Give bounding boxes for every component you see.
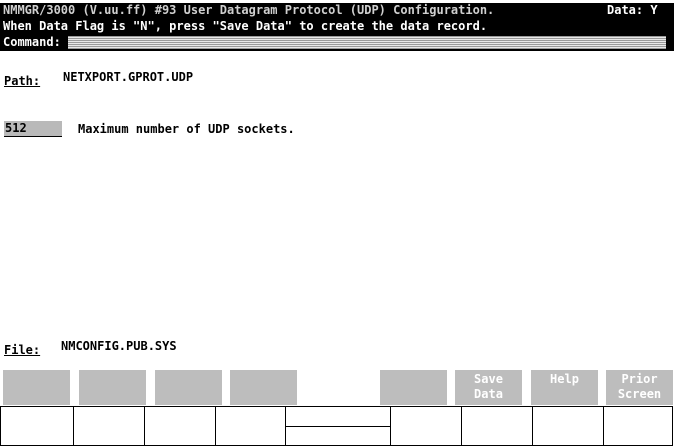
path-row: Path: NETXPORT.GPROT.UDP: [4, 70, 193, 89]
path-value: NETXPORT.GPROT.UDP: [63, 70, 194, 84]
f1-key-line2: [3, 387, 70, 402]
bottom-key-grid: [0, 406, 673, 446]
grid-divider: [461, 407, 462, 446]
prior-screen-key-line2: Screen: [617, 387, 662, 401]
prior-screen-key[interactable]: Prior Screen: [606, 370, 673, 405]
f3-key-line2: [155, 387, 222, 402]
title-bar: NMMGR/3000 (V.uu.ff) #93 User Datagram P…: [0, 3, 674, 18]
f4-key-line1: [230, 372, 297, 387]
help-key-line1: Help: [550, 372, 579, 386]
data-flag: Data: Y: [607, 3, 658, 17]
command-bar: Command:: [0, 34, 674, 51]
f3-key[interactable]: [155, 370, 222, 405]
f3-key-line1: [155, 372, 222, 387]
path-label: Path:: [4, 74, 41, 88]
status-message: When Data Flag is "N", press "Save Data"…: [3, 19, 488, 33]
screen-title: NMMGR/3000 (V.uu.ff) #93 User Datagram P…: [3, 3, 495, 17]
file-row: File: NMCONFIG.PUB.SYS: [4, 339, 177, 358]
command-input[interactable]: [68, 36, 666, 49]
max-udp-sockets-value: 512: [5, 121, 34, 135]
file-value: NMCONFIG.PUB.SYS: [61, 339, 177, 353]
f2-key[interactable]: [79, 370, 146, 405]
max-udp-sockets-label: Maximum number of UDP sockets.: [78, 122, 295, 136]
save-data-key-line1: Save: [474, 372, 503, 386]
f5-key-line1: [380, 372, 447, 387]
command-label: Command:: [3, 35, 61, 49]
function-key-bar: Save Data Help Prior Screen: [0, 370, 674, 406]
grid-divider: [144, 407, 145, 446]
f1-key[interactable]: [3, 370, 70, 405]
message-bar: When Data Flag is "N", press "Save Data"…: [0, 18, 674, 34]
grid-divider: [603, 407, 604, 446]
f5-key[interactable]: [380, 370, 447, 405]
grid-divider: [390, 407, 391, 446]
save-data-key[interactable]: Save Data: [455, 370, 522, 405]
f1-key-line1: [3, 372, 70, 387]
f4-key[interactable]: [230, 370, 297, 405]
f4-key-line2: [230, 387, 297, 402]
save-data-key-line2: Data: [474, 387, 503, 401]
grid-divider: [286, 426, 390, 427]
f2-key-line2: [79, 387, 146, 402]
terminal-screen: NMMGR/3000 (V.uu.ff) #93 User Datagram P…: [0, 0, 674, 447]
prior-screen-key-line1: Prior: [621, 372, 658, 386]
file-label: File:: [4, 343, 41, 357]
help-key[interactable]: Help: [531, 370, 598, 405]
grid-divider: [215, 407, 216, 446]
grid-divider: [532, 407, 533, 446]
grid-divider: [73, 407, 74, 446]
help-key-line2: [531, 387, 598, 402]
max-udp-sockets-input[interactable]: 512: [4, 121, 62, 137]
f2-key-line1: [79, 372, 146, 387]
f5-key-line2: [380, 387, 447, 402]
